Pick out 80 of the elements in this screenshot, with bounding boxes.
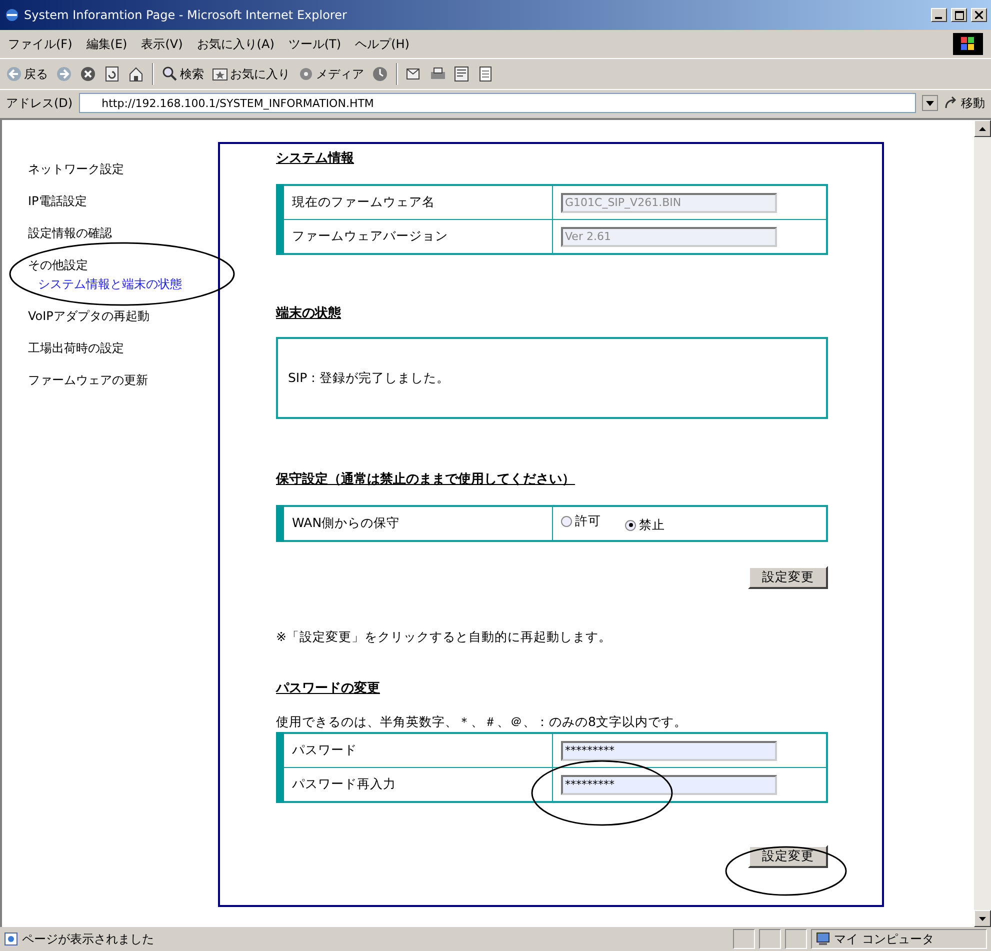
print-icon — [430, 66, 446, 82]
go-arrow-icon — [944, 96, 958, 110]
sidebar-link[interactable]: 工場出荷時の設定 — [28, 339, 218, 358]
close-icon — [975, 11, 983, 19]
stop-icon — [80, 66, 96, 82]
apply-button[interactable]: 設定変更 — [748, 566, 828, 589]
menu-item[interactable]: お気に入り(A) — [196, 36, 274, 52]
print-button[interactable] — [430, 66, 446, 82]
back-icon — [6, 66, 22, 82]
sidebar-link[interactable]: ネットワーク設定 — [28, 160, 218, 179]
mail-icon — [406, 66, 422, 82]
down-arrow-icon — [979, 916, 986, 920]
section-heading: 保守設定（通常は禁止のままで使用してください） — [276, 470, 576, 489]
sidebar-link[interactable]: システム情報と端末の状態 — [28, 275, 218, 294]
media-icon — [298, 66, 314, 82]
refresh-button[interactable] — [104, 66, 120, 82]
maximize-button[interactable] — [951, 8, 967, 22]
favorites-icon — [212, 66, 228, 82]
window-title: System Inforamtion Page - Microsoft Internet Explorer — [24, 8, 348, 22]
address-field[interactable]: http://192.168.100.1/SYSTEM_INFORMATION.HTM — [78, 93, 916, 113]
browser-icon — [4, 7, 20, 23]
note-text: ※「設定変更」をクリックすると自動的に再起動します。 — [276, 629, 612, 646]
edit-icon — [454, 66, 470, 82]
search-button[interactable]: 検索 — [162, 66, 204, 82]
section-heading: パスワードの変更 — [276, 680, 381, 698]
status-text: ページが表示されました — [22, 930, 155, 948]
section-heading: 端末の状態 — [276, 304, 342, 323]
hint-text: 使用できるのは、半角英数字、＊、＃、＠、：のみの8文字以内です。 — [276, 713, 688, 731]
section-heading: システム情報 — [276, 150, 355, 168]
refresh-icon — [104, 66, 120, 82]
up-arrow-icon — [979, 126, 986, 130]
mail-button[interactable] — [406, 66, 422, 82]
password-field[interactable]: ********* — [561, 740, 777, 760]
menu-item[interactable]: ヘルプ(H) — [355, 36, 410, 52]
search-icon — [162, 66, 178, 82]
sidebar-link[interactable]: その他設定 — [28, 256, 218, 275]
flag-icon — [961, 37, 975, 51]
favorites-button[interactable]: お気に入り — [212, 66, 290, 82]
stop-button[interactable] — [80, 66, 96, 82]
address-label: アドレス(D) — [6, 94, 73, 112]
menu-item[interactable]: 表示(V) — [141, 36, 183, 52]
menu-item[interactable]: ツール(T) — [288, 36, 342, 52]
status-message: SIP : 登録が完了しました。 — [276, 337, 828, 419]
back-button[interactable]: 戻る — [6, 66, 48, 82]
media-button[interactable]: メディア — [298, 66, 364, 82]
sidebar-link[interactable]: ファームウェアの更新 — [28, 371, 218, 390]
radio-label: 許可 — [575, 513, 601, 530]
computer-icon — [816, 932, 830, 946]
sidebar-link[interactable]: VoIPアダプタの再起動 — [28, 307, 218, 326]
history-icon — [372, 66, 388, 82]
edit-button[interactable] — [454, 66, 470, 82]
zone-text: マイ コンピュータ — [834, 930, 934, 948]
password-field[interactable]: ********* — [561, 774, 777, 794]
caret-icon — [926, 100, 934, 106]
discuss-icon — [478, 66, 494, 82]
status-pane — [733, 929, 755, 949]
history-button[interactable] — [372, 66, 388, 82]
status-pane — [785, 929, 807, 949]
menu-item[interactable]: ファイル(F) — [8, 36, 72, 52]
scroll-down-button[interactable] — [974, 910, 991, 927]
radio-button[interactable] — [625, 520, 636, 531]
maximize-icon — [954, 10, 964, 20]
scroll-up-button[interactable] — [974, 120, 991, 137]
radio-button[interactable] — [561, 516, 572, 528]
radio-label: 禁止 — [639, 516, 665, 534]
home-icon — [128, 66, 144, 82]
page-icon — [4, 932, 18, 946]
forward-icon — [56, 66, 72, 82]
sidebar-link[interactable]: IP電話設定 — [28, 192, 218, 211]
go-button[interactable]: 移動 — [944, 94, 985, 112]
home-button[interactable] — [128, 66, 144, 82]
scrollbar[interactable] — [974, 120, 991, 927]
dropdown-button[interactable] — [922, 95, 938, 111]
apply-button[interactable]: 設定変更 — [748, 845, 828, 868]
discuss-button[interactable] — [478, 66, 494, 82]
minimize-button[interactable] — [931, 8, 947, 22]
status-pane — [759, 929, 781, 949]
sidebar-link[interactable]: 設定情報の確認 — [28, 224, 218, 243]
close-button[interactable] — [971, 8, 987, 22]
menu-item[interactable]: 編集(E) — [86, 36, 128, 52]
